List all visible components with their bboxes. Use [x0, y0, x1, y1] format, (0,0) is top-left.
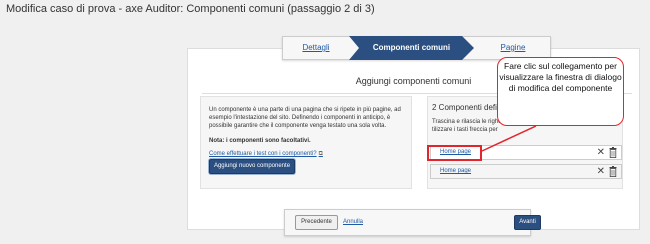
external-link-icon: ⧉ [318, 151, 323, 157]
components-count: 2 Componenti defini [432, 103, 504, 112]
link-highlight-box [427, 145, 482, 161]
delete-icon[interactable]: ✕ [597, 166, 605, 178]
reorder-instructions-suffix: tilizzare i tasti freccia per [432, 127, 498, 133]
callout-tooltip: Fare clic sul collegamento per visualizz… [497, 57, 624, 126]
wizard-footer: Precedente Annulla Avanti [284, 209, 541, 236]
next-button[interactable]: Avanti [514, 215, 541, 230]
step-componenti-comuni: Componenti comuni [372, 43, 451, 52]
components-info-panel: Un componente è una parte di una pagina … [200, 96, 412, 189]
components-optional-note: Nota: i componenti sono facoltativi. [209, 138, 311, 144]
page-title: Modifica caso di prova - axe Auditor: Co… [6, 3, 375, 15]
trash-icon[interactable] [609, 166, 617, 177]
previous-button[interactable]: Precedente [295, 215, 338, 230]
component-link[interactable]: Home page [440, 168, 471, 174]
step-dettagli[interactable]: Dettagli [283, 37, 349, 59]
cancel-link[interactable]: Annulla [343, 219, 363, 225]
components-help-link-text: Come effettuare i test con i componenti? [209, 151, 317, 157]
components-description: Un componente è una parte di una pagina … [209, 107, 401, 129]
add-component-button[interactable]: Aggiungi nuovo componente [209, 159, 295, 174]
step-pagine[interactable]: Pagine [474, 37, 552, 59]
trash-icon[interactable] [609, 147, 617, 158]
component-row[interactable]: Home page ✕ [430, 164, 622, 179]
delete-icon[interactable]: ✕ [597, 147, 605, 159]
components-help-link[interactable]: Come effettuare i test con i componenti?… [209, 151, 323, 158]
